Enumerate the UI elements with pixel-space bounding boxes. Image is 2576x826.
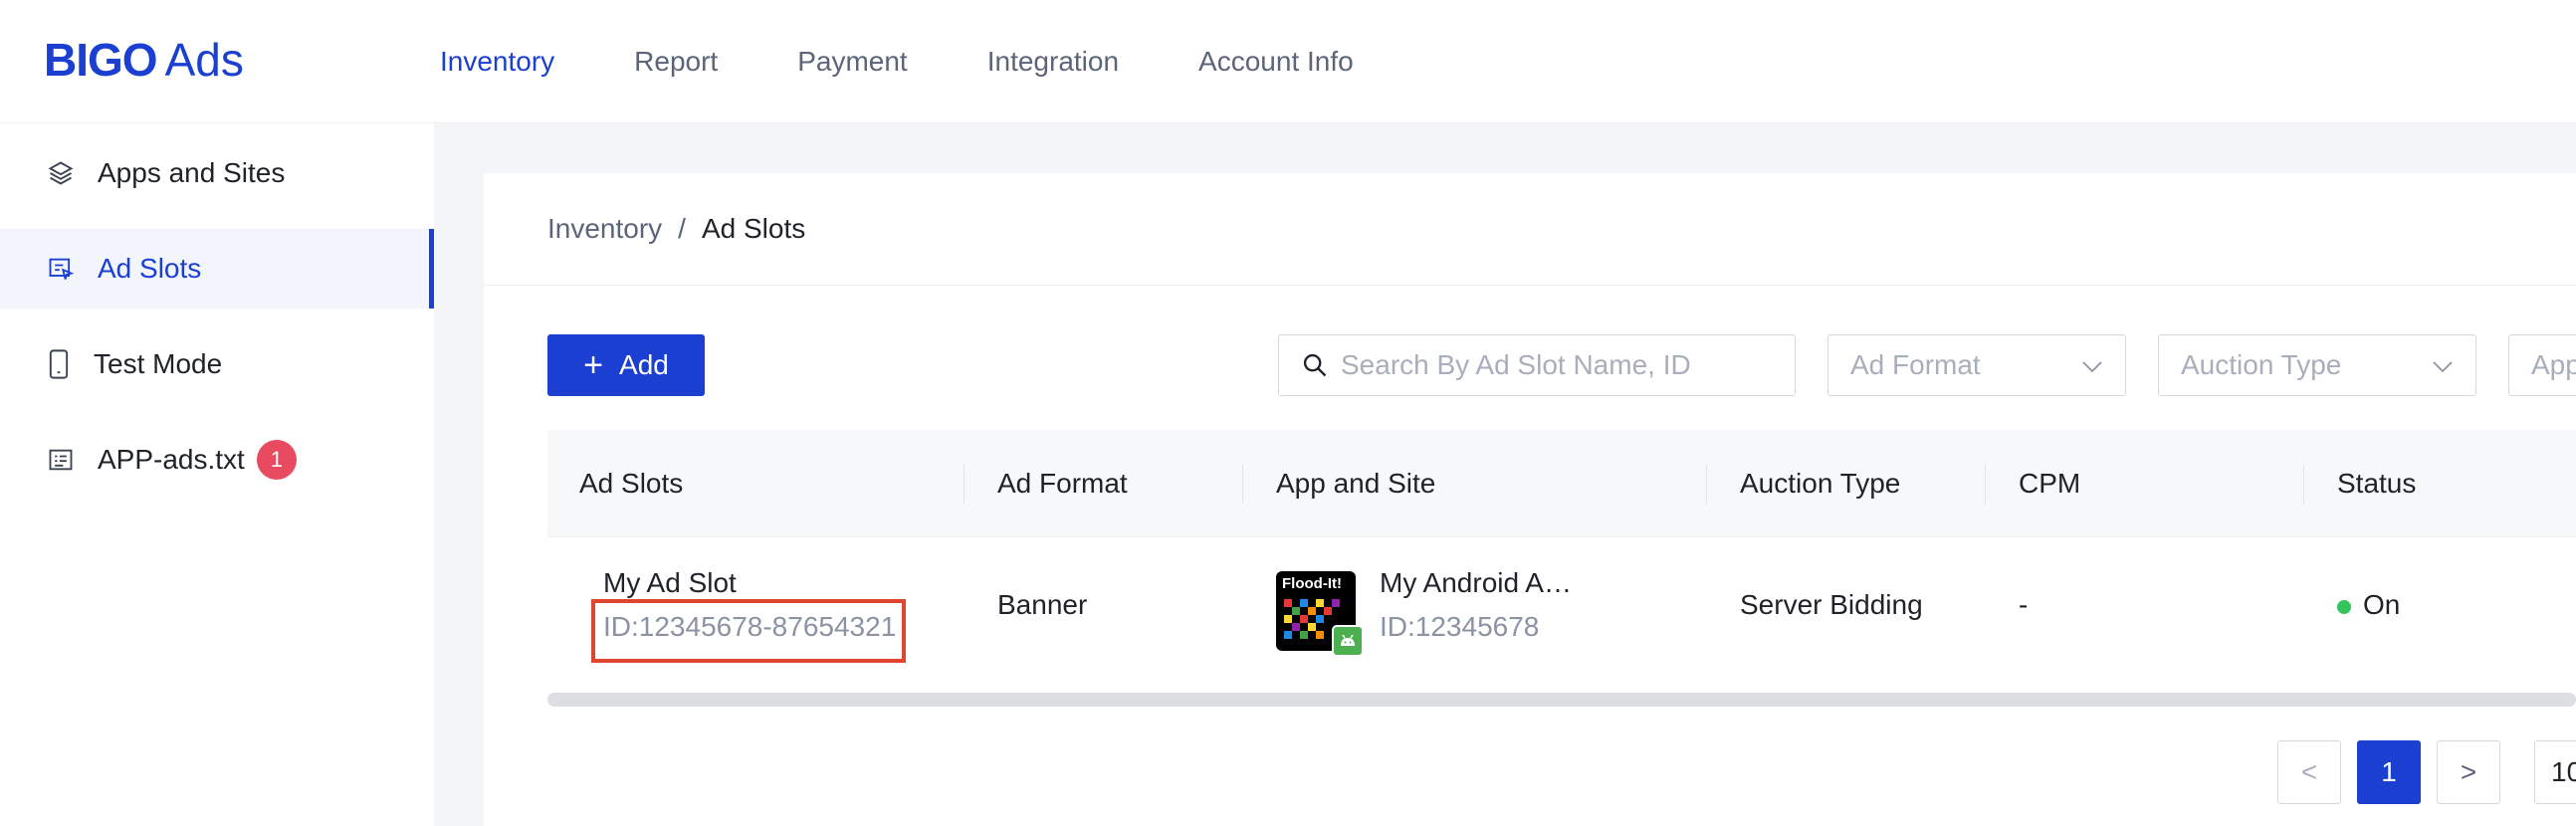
android-icon xyxy=(1332,625,1364,657)
list-icon xyxy=(46,445,76,475)
chevron-right-icon: > xyxy=(2460,756,2477,787)
nav-inventory[interactable]: Inventory xyxy=(440,46,554,78)
app-name[interactable]: My Android A… xyxy=(1380,567,1572,599)
breadcrumb-inventory[interactable]: Inventory xyxy=(547,213,662,245)
ad-slot-name[interactable]: My Ad Slot xyxy=(603,567,737,599)
breadcrumb: Inventory / Ad Slots xyxy=(547,213,805,245)
logo-ads-text: Ads xyxy=(164,34,244,86)
sidebar-item-label: Ad Slots xyxy=(98,253,202,284)
layers-icon xyxy=(46,158,76,188)
breadcrumb-current: Ad Slots xyxy=(701,213,806,244)
ad-format-select[interactable]: Ad Format xyxy=(1827,334,2126,396)
auction-type-value: Server Bidding xyxy=(1740,589,1923,620)
sidebar-item-apps-and-sites[interactable]: Apps and Sites xyxy=(0,133,434,213)
chevron-left-icon: < xyxy=(2300,756,2318,787)
app-select-label: App xyxy=(2531,349,2576,380)
sidebar-item-label: Test Mode xyxy=(94,348,223,379)
column-separator xyxy=(1985,464,1986,504)
horizontal-scrollbar[interactable] xyxy=(547,693,2576,707)
nav-integration[interactable]: Integration xyxy=(987,46,1119,78)
plus-icon: + xyxy=(583,346,604,384)
main-nav: Inventory Report Payment Integration Acc… xyxy=(440,0,1433,123)
column-header-status: Status xyxy=(2337,468,2417,499)
phone-icon xyxy=(44,349,74,379)
nav-account-info[interactable]: Account Info xyxy=(1198,46,1354,78)
divider xyxy=(484,285,2576,286)
sidebar-item-label: Apps and Sites xyxy=(98,157,286,188)
chevron-down-icon xyxy=(2432,349,2454,381)
table-header: Ad Slots Ad Format App and Site Auction … xyxy=(547,430,2576,537)
column-separator xyxy=(2303,464,2304,504)
sidebar-item-test-mode[interactable]: Test Mode xyxy=(0,324,434,404)
chevron-down-icon xyxy=(2081,349,2103,381)
search-input[interactable] xyxy=(1341,349,1779,381)
sidebar-item-app-ads-txt[interactable]: APP-ads.txt 1 xyxy=(0,420,434,500)
cpm-value: - xyxy=(2019,589,2029,620)
ad-format-select-label: Ad Format xyxy=(1850,349,1981,380)
column-separator xyxy=(1242,464,1243,504)
content-card: Inventory / Ad Slots + Add Ad Format Auc… xyxy=(484,173,2576,826)
sidebar-item-ad-slots[interactable]: Ad Slots xyxy=(0,229,434,309)
bigo-ads-logo[interactable]: BIGO Ads xyxy=(44,30,244,90)
column-header-cpm: CPM xyxy=(2019,468,2081,499)
logo-bigo-text: BIGO xyxy=(44,34,158,86)
next-page-button[interactable]: > xyxy=(2437,740,2500,804)
column-separator xyxy=(1706,464,1707,504)
column-separator xyxy=(964,464,965,504)
column-header-auction-type: Auction Type xyxy=(1740,468,1901,499)
page-1-button[interactable]: 1 xyxy=(2357,740,2421,804)
search-icon xyxy=(1301,351,1329,379)
prev-page-button[interactable]: < xyxy=(2277,740,2341,804)
page-number: 1 xyxy=(2381,756,2397,787)
nav-report[interactable]: Report xyxy=(634,46,718,78)
sidebar: Apps and Sites Ad Slots Test Mode APP-ad… xyxy=(0,123,434,826)
highlight-box xyxy=(591,599,906,663)
sidebar-item-label: APP-ads.txt xyxy=(98,444,245,475)
ad-slot-icon xyxy=(46,254,76,284)
status-badge: On xyxy=(2337,589,2400,621)
page-size-select[interactable]: 10 xyxy=(2534,740,2576,804)
column-header-ad-slots: Ad Slots xyxy=(579,468,684,499)
page-size-value: 10 xyxy=(2551,756,2576,787)
notification-badge: 1 xyxy=(256,440,297,480)
status-value: On xyxy=(2363,589,2401,620)
auction-type-select-label: Auction Type xyxy=(2181,349,2342,380)
app-select[interactable]: App xyxy=(2508,334,2576,396)
search-box[interactable] xyxy=(1278,334,1796,396)
add-button-label: Add xyxy=(619,349,669,380)
status-dot-icon xyxy=(2337,599,2351,614)
app-icon-label: Flood-It! xyxy=(1282,575,1342,592)
nav-payment[interactable]: Payment xyxy=(797,46,908,78)
auction-type-select[interactable]: Auction Type xyxy=(2158,334,2476,396)
breadcrumb-separator: / xyxy=(678,213,686,244)
column-header-app-and-site: App and Site xyxy=(1276,468,1436,499)
top-header: BIGO Ads Inventory Report Payment Integr… xyxy=(0,0,2576,123)
app-id: ID:12345678 xyxy=(1380,611,1540,642)
ad-format-value: Banner xyxy=(997,589,1088,620)
column-header-ad-format: Ad Format xyxy=(997,468,1128,499)
add-button[interactable]: + Add xyxy=(547,334,705,396)
